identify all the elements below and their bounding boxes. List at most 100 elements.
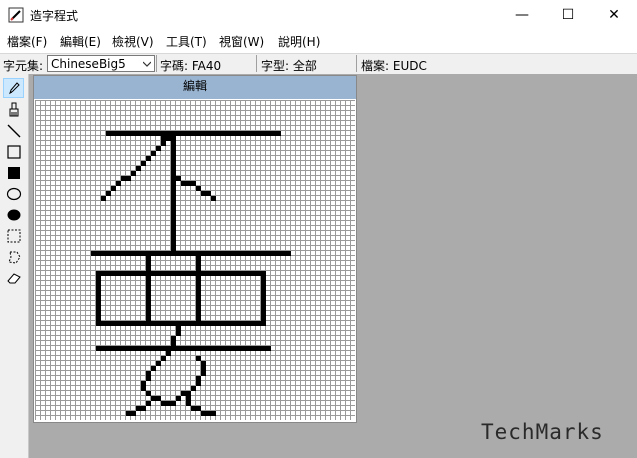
hollow-rectangle-icon: [6, 145, 21, 159]
filled-ellipse-tool[interactable]: [3, 205, 24, 225]
glyph-pixel: [231, 271, 236, 276]
glyph-pixel: [171, 201, 176, 206]
close-button[interactable]: ✕: [591, 0, 637, 30]
glyph-pixel: [191, 181, 196, 186]
font-label: 字型: 全部: [261, 59, 317, 73]
edit-grid-area[interactable]: [35, 100, 356, 423]
glyph-pixel: [121, 131, 126, 136]
glyph-pixel: [191, 271, 196, 276]
glyph-pixel: [171, 156, 176, 161]
glyph-pixel: [246, 346, 251, 351]
glyph-pixel: [216, 251, 221, 256]
glyph-pixel: [171, 211, 176, 216]
glyph-pixel: [171, 181, 176, 186]
line-tool[interactable]: [3, 121, 24, 141]
glyph-pixel: [146, 401, 151, 406]
glyph-pixel: [141, 381, 146, 386]
glyph-pixel: [146, 316, 151, 321]
glyph-pixel: [196, 131, 201, 136]
glyph-pixel: [261, 346, 266, 351]
menu-window[interactable]: 視窗(W): [219, 33, 264, 50]
glyph-pixel: [256, 346, 261, 351]
glyph-pixel: [116, 251, 121, 256]
glyph-pixel: [241, 251, 246, 256]
glyph-pixel: [201, 346, 206, 351]
charset-dropdown[interactable]: ChineseBig5: [47, 55, 155, 72]
eraser-icon: [6, 273, 21, 284]
glyph-pixel: [121, 176, 126, 181]
divider: [256, 55, 257, 72]
glyph-pixel: [196, 266, 201, 271]
menu-tools[interactable]: 工具(T): [166, 33, 207, 50]
hollow-ellipse-tool[interactable]: [3, 184, 24, 204]
charset-label: 字元集:: [3, 59, 44, 73]
glyph-pixel: [166, 346, 171, 351]
glyph-pixel: [101, 271, 106, 276]
edit-grid[interactable]: [35, 100, 356, 421]
glyph-pixel: [141, 271, 146, 276]
glyph-pixel: [171, 171, 176, 176]
menu-file[interactable]: 檔案(F): [7, 33, 47, 50]
glyph-pixel: [261, 316, 266, 321]
glyph-pixel: [221, 131, 226, 136]
menu-edit[interactable]: 編輯(E): [60, 33, 101, 50]
glyph-pixel: [176, 346, 181, 351]
glyph-pixel: [181, 251, 186, 256]
glyph-pixel: [186, 131, 191, 136]
menu-help[interactable]: 說明(H): [278, 33, 320, 50]
glyph-pixel: [256, 131, 261, 136]
glyph-pixel: [206, 346, 211, 351]
glyph-pixel: [146, 266, 151, 271]
freeform-select-tool[interactable]: [3, 247, 24, 267]
glyph-pixel: [211, 346, 216, 351]
glyph-pixel: [111, 346, 116, 351]
glyph-pixel: [171, 136, 176, 141]
glyph-pixel: [171, 186, 176, 191]
glyph-pixel: [241, 346, 246, 351]
glyph-pixel: [191, 321, 196, 326]
glyph-pixel: [176, 271, 181, 276]
glyph-pixel: [196, 321, 201, 326]
glyph-pixel: [106, 321, 111, 326]
glyph-pixel: [246, 251, 251, 256]
glyph-pixel: [171, 336, 176, 341]
hollow-rectangle-tool[interactable]: [3, 142, 24, 162]
glyph-pixel: [171, 321, 176, 326]
glyph-pixel: [181, 346, 186, 351]
menu-view[interactable]: 檢視(V): [112, 33, 154, 50]
charset-value: ChineseBig5: [51, 57, 126, 71]
glyph-pixel: [196, 311, 201, 316]
glyph-pixel: [261, 321, 266, 326]
glyph-pixel: [261, 281, 266, 286]
glyph-pixel: [171, 271, 176, 276]
glyph-pixel: [141, 386, 146, 391]
glyph-pixel: [156, 346, 161, 351]
glyph-pixel: [201, 371, 206, 376]
glyph-pixel: [166, 136, 171, 141]
brush-tool[interactable]: [3, 100, 24, 120]
pencil-tool[interactable]: [3, 78, 24, 98]
glyph-pixel: [196, 251, 201, 256]
filled-ellipse-icon: [7, 209, 20, 221]
glyph-pixel: [151, 151, 156, 156]
minimize-button[interactable]: —: [499, 0, 545, 30]
glyph-pixel: [171, 141, 176, 146]
maximize-button[interactable]: ☐: [545, 0, 591, 30]
glyph-pixel: [156, 271, 161, 276]
glyph-pixel: [201, 411, 206, 416]
filled-rectangle-tool[interactable]: [3, 163, 24, 183]
app-icon: [8, 7, 24, 23]
rectangular-select-tool[interactable]: [3, 226, 24, 246]
glyph-pixel: [226, 346, 231, 351]
glyph-pixel: [136, 346, 141, 351]
glyph-pixel: [171, 241, 176, 246]
glyph-pixel: [231, 346, 236, 351]
glyph-pixel: [171, 131, 176, 136]
glyph-pixel: [171, 166, 176, 171]
glyph-pixel: [206, 131, 211, 136]
glyph-pixel: [156, 396, 161, 401]
eraser-tool[interactable]: [3, 268, 24, 288]
glyph-pixel: [126, 251, 131, 256]
glyph-pixel: [191, 346, 196, 351]
glyph-pixel: [251, 271, 256, 276]
